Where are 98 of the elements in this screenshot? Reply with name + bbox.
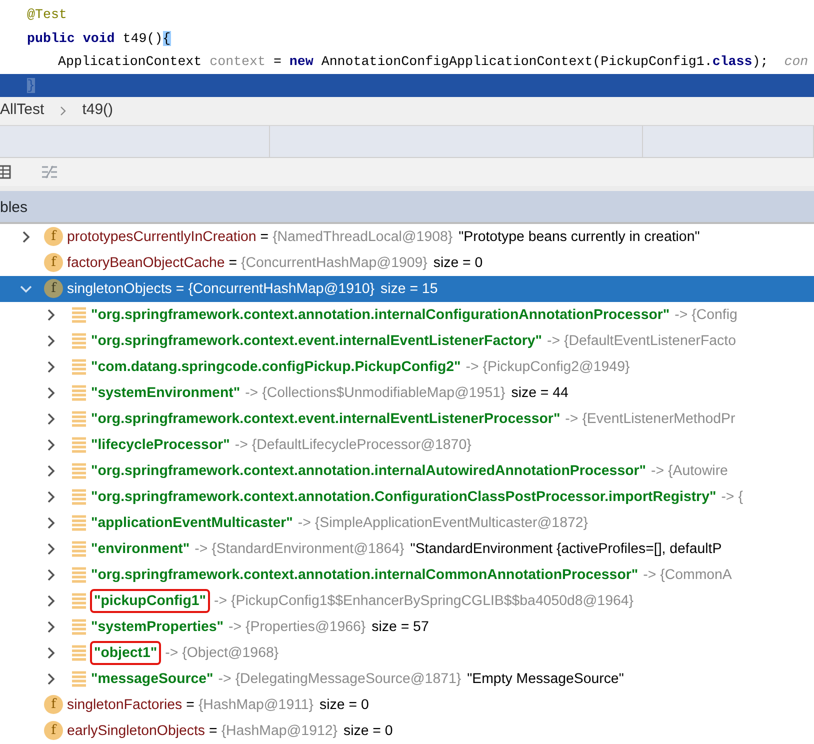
entry-icon bbox=[72, 462, 86, 478]
separator: -> bbox=[565, 410, 578, 428]
map-key: "org.springframework.context.event.internalEventListenerFactory" bbox=[90, 328, 544, 354]
value-text: {Config bbox=[692, 306, 738, 324]
code-line: public void t49(){ bbox=[27, 30, 171, 46]
separator: -> bbox=[721, 488, 734, 506]
selected-row[interactable]: f singletonObjects = {ConcurrentHashMap@1910} size = 15 bbox=[0, 276, 814, 302]
separator: -> bbox=[298, 514, 311, 532]
value-summary: size = 0 bbox=[433, 254, 483, 272]
entry-icon bbox=[72, 514, 86, 530]
entry-icon bbox=[72, 670, 86, 686]
value-summary: "Prototype beans currently in creation" bbox=[458, 228, 700, 246]
value-summary: "StandardEnvironment {activeProfiles=[], defaultP bbox=[410, 540, 722, 558]
entry-icon bbox=[72, 410, 86, 426]
value-text: {PickupConfig1$$EnhancerBySpringCGLIB$$ba4050d8@1964} bbox=[231, 592, 634, 610]
value-text: {PickupConfig2@1949} bbox=[482, 358, 630, 376]
value-text: {Object@1968} bbox=[182, 644, 279, 662]
map-key: "messageSource" bbox=[90, 666, 214, 692]
separator: -> bbox=[214, 592, 227, 610]
map-key: "applicationEventMulticaster" bbox=[90, 510, 294, 536]
entry-icon bbox=[72, 644, 86, 660]
separator: = bbox=[176, 280, 184, 298]
value-text: {StandardEnvironment@1864} bbox=[212, 540, 404, 558]
map-key: "org.springframework.context.annotation.internalAutowiredAnnotationProcessor" bbox=[90, 458, 647, 484]
breadcrumb-item[interactable]: AllTest bbox=[0, 99, 44, 122]
map-key: "org.springframework.context.event.internalEventListenerProcessor" bbox=[90, 406, 562, 432]
value-text: {DefaultLifecycleProcessor@1870} bbox=[252, 436, 472, 454]
field-name: singletonFactories bbox=[67, 696, 182, 714]
value-summary: size = 15 bbox=[380, 280, 438, 298]
entry-icon bbox=[72, 384, 86, 400]
value-summary: size = 0 bbox=[320, 696, 369, 714]
separator: = bbox=[260, 228, 269, 246]
value-text: { bbox=[738, 488, 743, 506]
separator: -> bbox=[245, 384, 258, 402]
entry-icon bbox=[72, 566, 86, 582]
value-text: {Properties@1966} bbox=[246, 618, 366, 636]
entry-icon bbox=[72, 540, 86, 556]
map-key: "org.springframework.context.annotation.ConfigurationClassPostProcessor.importRegistry" bbox=[90, 484, 718, 510]
code-line: ApplicationContext context = new AnnotationConfigApplicationContext(PickupConfig1.class); con bbox=[58, 54, 808, 69]
separator: = bbox=[228, 254, 238, 272]
value-summary: size = 44 bbox=[511, 384, 568, 402]
field-icon: f bbox=[44, 227, 63, 246]
field-icon: f bbox=[44, 279, 63, 298]
map-key: "org.springframework.context.annotation.internalCommonAnnotationProcessor" bbox=[90, 562, 640, 588]
map-key: "org.springframework.context.annotation.internalConfigurationAnnotationProcessor" bbox=[90, 302, 671, 328]
separator: -> bbox=[218, 670, 232, 688]
field-name: prototypesCurrentlyInCreation bbox=[67, 228, 256, 246]
value-text: {ConcurrentHashMap@1909} bbox=[241, 254, 428, 272]
map-key: "object1" bbox=[90, 640, 162, 664]
entry-icon bbox=[72, 488, 86, 504]
value-text: {Autowire bbox=[668, 462, 728, 480]
field-name: factoryBeanObjectCache bbox=[67, 254, 225, 272]
value-summary: "Empty MessageSource" bbox=[467, 670, 624, 688]
value-text: {NamedThreadLocal@1908} bbox=[272, 228, 453, 246]
field-icon: f bbox=[44, 695, 63, 714]
value-summary: size = 0 bbox=[343, 722, 393, 740]
value-summary: size = 57 bbox=[372, 618, 429, 636]
field-icon: f bbox=[44, 253, 63, 272]
field-name: earlySingletonObjects bbox=[67, 722, 206, 740]
separator: -> bbox=[228, 618, 242, 636]
entry-icon bbox=[72, 592, 86, 608]
map-key: "systemProperties" bbox=[90, 614, 225, 640]
value-text: {ConcurrentHashMap@1910} bbox=[188, 280, 375, 298]
entry-icon bbox=[72, 358, 86, 374]
value-text: {EventListenerMethodPr bbox=[582, 410, 736, 428]
entry-icon bbox=[72, 436, 86, 452]
value-text: {HashMap@1912} bbox=[221, 722, 338, 740]
separator: -> bbox=[643, 566, 656, 584]
breadcrumb-item[interactable]: t49() bbox=[82, 99, 114, 122]
map-key: "environment" bbox=[90, 536, 191, 562]
entry-icon bbox=[72, 306, 86, 322]
separator: -> bbox=[651, 462, 664, 480]
separator: = bbox=[209, 722, 218, 740]
field-name: singletonObjects bbox=[67, 280, 172, 298]
value-text: {SimpleApplicationEventMulticaster@1872} bbox=[314, 514, 588, 532]
entry-icon bbox=[72, 332, 86, 348]
separator: -> bbox=[547, 332, 560, 350]
map-key: "systemEnvironment" bbox=[90, 380, 242, 406]
value-text: {CommonA bbox=[660, 566, 732, 584]
separator: -> bbox=[466, 358, 479, 376]
separator: = bbox=[186, 696, 194, 714]
separator: -> bbox=[194, 540, 208, 558]
value-text: {Collections$UnmodifiableMap@1951} bbox=[262, 384, 506, 402]
map-key: "com.datang.springcode.configPickup.PickupConfig2" bbox=[90, 354, 462, 380]
entry-icon bbox=[72, 618, 86, 634]
chevron-right-icon bbox=[60, 106, 66, 116]
value-text: {DelegatingMessageSource@1871} bbox=[235, 670, 462, 688]
value-text: {DefaultEventListenerFacto bbox=[564, 332, 736, 350]
value-text: {HashMap@1911} bbox=[198, 696, 314, 714]
separator: -> bbox=[165, 644, 178, 662]
panel-title: bles bbox=[0, 198, 28, 216]
map-key: "lifecycleProcessor" bbox=[90, 432, 231, 458]
table-icon[interactable] bbox=[0, 164, 11, 178]
separator: -> bbox=[674, 306, 688, 324]
separator: -> bbox=[234, 436, 248, 454]
field-icon: f bbox=[44, 721, 63, 740]
code-line: @Test bbox=[27, 7, 67, 22]
map-key: "pickupConfig1" bbox=[90, 588, 210, 612]
